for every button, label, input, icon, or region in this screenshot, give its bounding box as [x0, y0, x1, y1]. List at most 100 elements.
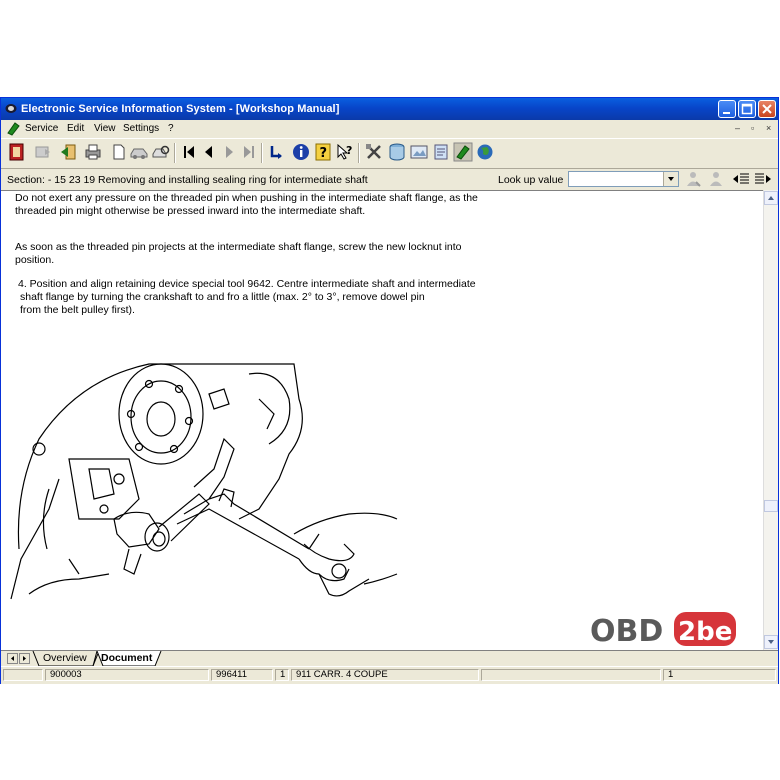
exit-icon: [9, 143, 24, 161]
document-icon: [7, 122, 20, 136]
new-document-button[interactable]: [109, 142, 129, 162]
blank-page-icon: [113, 144, 125, 160]
first-page-button[interactable]: [179, 142, 199, 162]
exit-button[interactable]: [7, 142, 27, 162]
globe-button[interactable]: [475, 142, 495, 162]
paragraph-step4-line1: 4. Position and align retaining device s…: [18, 278, 476, 290]
menu-service[interactable]: Service: [25, 123, 58, 134]
image-button[interactable]: [409, 142, 429, 162]
notes-button[interactable]: [431, 142, 451, 162]
watermark-logo: OBD 2be: [590, 610, 740, 650]
status-cell-3: 1: [275, 669, 289, 681]
maximize-icon: [741, 103, 753, 115]
minimize-icon: [723, 112, 730, 114]
vehicle-button[interactable]: [129, 142, 149, 162]
watermark-text-b: 2be: [678, 617, 732, 647]
menu-edit[interactable]: Edit: [67, 123, 84, 134]
first-page-icon: [184, 146, 194, 158]
transfer-button[interactable]: [59, 142, 79, 162]
tab-document[interactable]: Document: [91, 651, 158, 666]
car-icon: [130, 148, 148, 159]
scroll-up-button[interactable]: [764, 191, 778, 205]
forward-doc-button[interactable]: [33, 142, 53, 162]
chevron-down-icon: [768, 640, 774, 644]
dropdown-arrow[interactable]: [663, 172, 678, 186]
previous-page-button[interactable]: [199, 142, 219, 162]
title-bar[interactable]: Electronic Service Information System - …: [1, 98, 778, 120]
status-cell-5-empty: [481, 669, 661, 681]
application-window: Electronic Service Information System - …: [0, 97, 779, 684]
vehicle-search-button[interactable]: [151, 142, 171, 162]
close-button[interactable]: [758, 100, 776, 118]
search-person-icon: [710, 172, 722, 186]
transfer-icon: [61, 144, 76, 160]
menu-help[interactable]: ?: [168, 123, 174, 134]
maximize-button[interactable]: [738, 100, 756, 118]
context-help-button[interactable]: ?: [335, 142, 355, 162]
database-button[interactable]: [387, 142, 407, 162]
list-arrow-out-icon: [755, 173, 771, 184]
vertical-scrollbar[interactable]: [763, 190, 778, 650]
lookup-value-dropdown[interactable]: [568, 171, 679, 187]
paragraph-locknut-line2: position.: [15, 254, 55, 266]
back-button[interactable]: [266, 142, 286, 162]
tab-overview[interactable]: Overview: [33, 651, 93, 666]
window-title: Electronic Service Information System - …: [21, 103, 340, 115]
paragraph-locknut-line1: As soon as the threaded pin projects at …: [15, 241, 462, 253]
globe-icon: [477, 144, 493, 160]
toolbar-separator: [358, 143, 360, 163]
status-cell-4: 911 CARR. 4 COUPE: [291, 669, 479, 681]
manual-pen-icon: [453, 142, 473, 162]
mdi-minimize-icon[interactable]: –: [735, 123, 740, 133]
technical-illustration: [10, 363, 398, 600]
minimize-button[interactable]: [718, 100, 736, 118]
help-button[interactable]: ?: [313, 142, 333, 162]
binoculars-person-icon: [687, 172, 701, 187]
tab-scroll-left[interactable]: [7, 653, 18, 664]
menu-settings[interactable]: Settings: [123, 123, 159, 134]
find-person-button[interactable]: [683, 169, 703, 189]
tools-icon: [366, 144, 381, 159]
next-page-button[interactable]: [219, 142, 239, 162]
lookup-label: Look up value: [498, 174, 564, 186]
forward-doc-icon: [35, 146, 50, 158]
toolbar-separator: [261, 143, 263, 163]
tools-button[interactable]: [364, 142, 384, 162]
status-cell-empty: [3, 669, 43, 681]
toolbar: ? ?: [1, 138, 778, 167]
tabs-bar: Overview Document: [1, 650, 778, 667]
workshop-manual-button[interactable]: [453, 142, 473, 162]
help-icon: ?: [315, 143, 331, 161]
paragraph-step4-line2: shaft flange by turning the crankshaft t…: [20, 291, 425, 303]
close-icon: [762, 104, 772, 114]
context-help-icon: ?: [337, 143, 352, 160]
status-cell-2: 996411: [211, 669, 273, 681]
car-search-icon: [152, 145, 170, 158]
scroll-down-button[interactable]: [764, 635, 778, 649]
mdi-close-icon[interactable]: ×: [766, 123, 771, 133]
last-page-button[interactable]: [239, 142, 259, 162]
document-view[interactable]: Do not exert any pressure on the threade…: [1, 190, 763, 651]
expand-list-button[interactable]: [731, 169, 751, 189]
chevron-down-icon: [668, 177, 674, 181]
chevron-up-icon: [768, 196, 774, 200]
next-page-icon: [226, 146, 233, 158]
return-arrow-icon: [270, 146, 282, 159]
tab-scroll-right[interactable]: [19, 653, 30, 664]
collapse-list-button[interactable]: [753, 169, 773, 189]
section-title: Section: - 15 23 19 Removing and install…: [7, 174, 368, 186]
print-button[interactable]: [83, 142, 103, 162]
menu-view[interactable]: View: [94, 123, 116, 134]
printer-icon: [85, 144, 101, 160]
scroll-thumb[interactable]: [764, 500, 778, 512]
previous-page-icon: [205, 146, 212, 158]
paragraph-warning-line2: threaded pin might otherwise be pressed …: [15, 205, 366, 217]
find-next-button[interactable]: [706, 169, 726, 189]
obd2be-logo-icon: OBD 2be: [590, 612, 736, 649]
paragraph-warning-line1: Do not exert any pressure on the threade…: [15, 192, 478, 204]
chevron-right-icon: [23, 656, 26, 661]
app-icon: [5, 104, 17, 113]
info-button[interactable]: [291, 142, 311, 162]
mdi-restore-icon[interactable]: ▫: [751, 123, 754, 133]
paragraph-step4-line3: from the belt pulley first).: [20, 304, 135, 316]
